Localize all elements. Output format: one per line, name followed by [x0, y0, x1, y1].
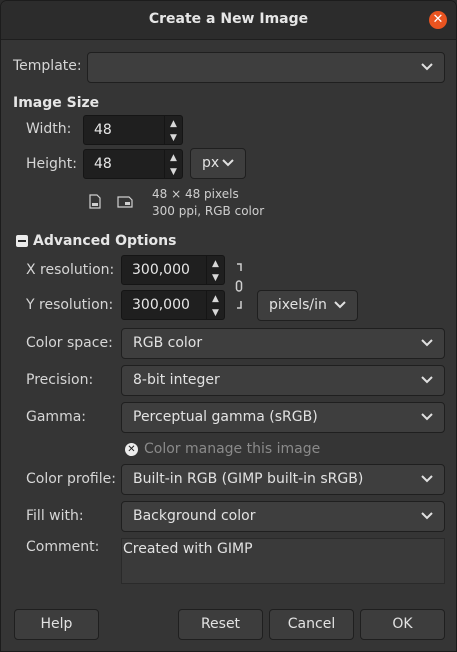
- color-space-combo[interactable]: RGB color: [121, 328, 445, 359]
- size-info-pixels: 48 × 48 pixels: [152, 187, 239, 201]
- image-size-heading: Image Size: [13, 95, 100, 111]
- title-bar[interactable]: Create a New Image ✕: [1, 1, 456, 40]
- increment-icon[interactable]: ▲: [165, 117, 182, 131]
- height-stepper[interactable]: ▲ ▼: [165, 149, 183, 179]
- comment-label: Comment:: [26, 539, 100, 555]
- precision-combo[interactable]: 8-bit integer: [121, 365, 445, 396]
- x-resolution-stepper[interactable]: ▲ ▼: [207, 255, 225, 285]
- chevron-down-icon: [334, 301, 346, 309]
- color-space-value: RGB color: [133, 335, 203, 351]
- chevron-down-icon: [421, 475, 433, 483]
- color-manage-label[interactable]: Color manage this image: [144, 441, 320, 457]
- decrement-icon[interactable]: ▼: [165, 131, 182, 145]
- gamma-combo[interactable]: Perceptual gamma (sRGB): [121, 402, 445, 433]
- chevron-down-icon: [421, 512, 433, 520]
- close-icon: ✕: [432, 12, 444, 27]
- size-unit-value: px: [202, 155, 220, 171]
- precision-label: Precision:: [26, 372, 94, 388]
- dialog-window: Create a New Image ✕ Template: Image Siz…: [0, 0, 457, 652]
- dialog-title: Create a New Image: [148, 11, 309, 27]
- reset-button[interactable]: Reset: [178, 609, 263, 640]
- y-resolution-stepper[interactable]: ▲ ▼: [207, 290, 225, 320]
- chevron-down-icon: [222, 159, 234, 167]
- resolution-unit-value: pixels/in: [269, 297, 327, 313]
- decrement-icon[interactable]: ▼: [165, 165, 182, 179]
- chevron-down-icon: [421, 376, 433, 384]
- size-unit-combo[interactable]: px: [190, 148, 246, 179]
- landscape-icon[interactable]: [117, 196, 133, 208]
- width-stepper[interactable]: ▲ ▼: [165, 115, 183, 145]
- ok-button[interactable]: OK: [360, 609, 445, 640]
- y-resolution-label: Y resolution:: [26, 297, 114, 313]
- close-button[interactable]: ✕: [429, 11, 447, 29]
- chevron-down-icon: [421, 413, 433, 421]
- template-combo[interactable]: [87, 52, 445, 83]
- template-label: Template:: [13, 58, 82, 74]
- width-input[interactable]: 48: [83, 115, 165, 145]
- chevron-down-icon: [421, 63, 433, 71]
- help-button[interactable]: Help: [14, 609, 99, 640]
- width-label: Width:: [26, 121, 72, 137]
- advanced-options-expander[interactable]: Advanced Options: [33, 233, 176, 249]
- increment-icon[interactable]: ▲: [207, 257, 224, 271]
- color-manage-checkbox[interactable]: ✕: [125, 443, 138, 456]
- color-profile-label: Color profile:: [26, 471, 116, 487]
- height-label: Height:: [26, 156, 77, 172]
- fill-with-combo[interactable]: Background color: [121, 501, 445, 532]
- color-space-label: Color space:: [26, 335, 113, 351]
- color-profile-value: Built-in RGB (GIMP built-in sRGB): [133, 471, 364, 487]
- precision-value: 8-bit integer: [133, 372, 220, 388]
- cancel-button[interactable]: Cancel: [269, 609, 354, 640]
- size-info-resolution: 300 ppi, RGB color: [152, 204, 265, 218]
- x-resolution-label: X resolution:: [26, 262, 115, 278]
- gamma-label: Gamma:: [26, 409, 86, 425]
- resolution-unit-combo[interactable]: pixels/in: [257, 290, 358, 321]
- y-resolution-input[interactable]: 300,000: [121, 290, 207, 320]
- gamma-value: Perceptual gamma (sRGB): [133, 409, 318, 425]
- increment-icon[interactable]: ▲: [207, 292, 224, 306]
- chain-link-icon[interactable]: [233, 261, 245, 311]
- color-profile-combo[interactable]: Built-in RGB (GIMP built-in sRGB): [121, 464, 445, 495]
- decrement-icon[interactable]: ▼: [207, 271, 224, 285]
- fill-with-label: Fill with:: [26, 508, 84, 524]
- height-input[interactable]: 48: [83, 149, 165, 179]
- collapse-icon[interactable]: [16, 235, 28, 247]
- x-resolution-input[interactable]: 300,000: [121, 255, 207, 285]
- increment-icon[interactable]: ▲: [165, 151, 182, 165]
- decrement-icon[interactable]: ▼: [207, 306, 224, 320]
- comment-textarea[interactable]: Created with GIMP: [121, 538, 445, 584]
- chevron-down-icon: [421, 339, 433, 347]
- portrait-icon[interactable]: [89, 194, 101, 209]
- fill-with-value: Background color: [133, 508, 256, 524]
